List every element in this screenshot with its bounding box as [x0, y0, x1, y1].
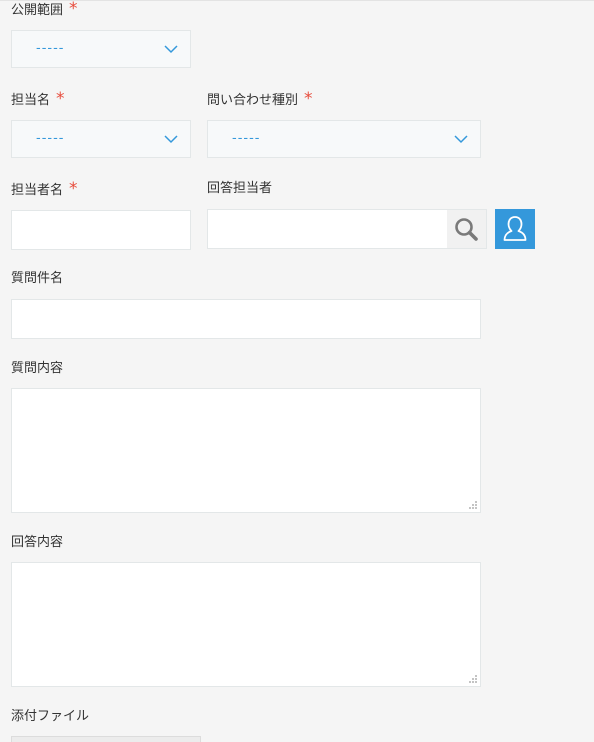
answer-content-label: 回答内容 [11, 535, 64, 550]
search-icon [455, 218, 478, 241]
person-in-charge-name-label: 担当名 * [11, 89, 65, 109]
resize-grip-icon[interactable] [468, 500, 478, 510]
chevron-down-icon [454, 135, 468, 144]
chevron-down-icon [164, 135, 178, 144]
resize-grip-icon[interactable] [468, 674, 478, 684]
person-in-charge-name-select[interactable]: ----- [11, 120, 191, 158]
visibility-selected-value: ----- [36, 41, 65, 56]
answer-content-textarea[interactable] [11, 562, 481, 687]
assignee-name-input[interactable] [11, 210, 191, 250]
top-divider [0, 0, 594, 1]
attachment-dropzone[interactable] [11, 736, 201, 742]
required-mark: * [304, 89, 313, 109]
question-content-textarea[interactable] [11, 388, 481, 513]
visibility-select[interactable]: ----- [11, 30, 191, 68]
assignee-name-label: 担当者名 * [11, 179, 78, 199]
inquiry-type-label: 問い合わせ種別 * [207, 89, 313, 109]
required-mark: * [56, 89, 65, 109]
attachment-label: 添付ファイル [11, 709, 90, 724]
inquiry-type-select[interactable]: ----- [207, 120, 481, 158]
responder-search-button[interactable] [447, 209, 487, 249]
user-icon [503, 216, 527, 241]
person-in-charge-name-selected-value: ----- [36, 131, 65, 146]
responder-label: 回答担当者 [207, 181, 273, 196]
inquiry-type-selected-value: ----- [232, 131, 261, 146]
visibility-label: 公開範囲 * [11, 0, 78, 19]
required-mark: * [69, 0, 78, 19]
question-title-input[interactable] [11, 299, 481, 339]
responder-input[interactable] [207, 209, 448, 249]
chevron-down-icon [164, 45, 178, 54]
required-mark: * [69, 179, 78, 199]
user-picker-button[interactable] [495, 209, 535, 249]
question-content-label: 質問内容 [11, 361, 64, 376]
question-title-label: 質問件名 [11, 271, 64, 286]
